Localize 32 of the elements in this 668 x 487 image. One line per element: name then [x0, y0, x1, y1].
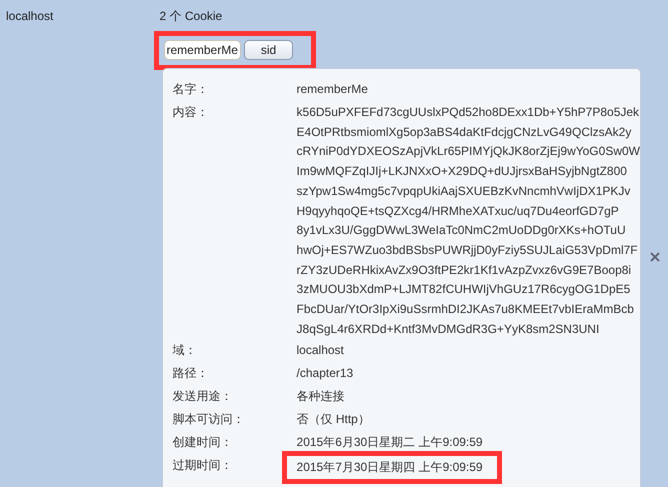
content-line: E4OtPRtbsmiomlXg5op3aBS4daKtFdcjgCNzLvG49QClzsAk2y	[296, 124, 632, 141]
content-line: szYpw1Sw4mg5c7vpqpUkiAajSXUEBzKvNncmhVwIjDX1PKJv	[296, 182, 632, 200]
field-label: 过期时间：	[172, 457, 234, 474]
field-value: localhost	[296, 342, 344, 360]
content-line: H9qyyhqoQE+tsQZXcg4/HRMheXATxuc/uq7Du4eorfGD7gP	[296, 202, 620, 220]
site-name: localhost	[6, 9, 54, 23]
field-label: 名字：	[172, 81, 210, 98]
content-line: FbcDUar/YtOr3IpXi9uSsrmhDI2JKAs7u8KMEEt7vbIEraMmBcb	[296, 301, 635, 318]
field-value: 2015年7月30日星期四 上午9:09:59	[296, 460, 483, 474]
field-value: 各种连接	[296, 388, 345, 406]
content-line: k56D5uPXFEFd73cgUUslxPQd52ho8DExx1Db+Y5hP7P8o5Jek	[296, 104, 640, 121]
field-label: 发送用途：	[172, 388, 234, 406]
cookie-tab[interactable]: rememberMe	[164, 40, 241, 60]
content-line: Im9wMQFZqIJIj+LKJNXxO+X29DQ+dUJjrsxBaHSyjbNgtZ800	[296, 163, 628, 180]
content-line: rZY3zUDeRHkixAvZx9O3ftPE2kr1Kf1vAzpZvxz6vG9E7Boop8i	[296, 262, 632, 279]
field-label: 脚本可访问：	[172, 411, 246, 428]
cookie-count: 2 个 Cookie	[158, 8, 224, 25]
content-line: 8y1vLx3U/GggDWwL3WeIaTc0NmC2mUoDDg0rXKs+hOTuU	[296, 222, 627, 240]
content-line: cRYniP0dYDXEOSzApjVkLr65PIMYjQkJK8orZjEj9wYoG0Sw0W	[296, 143, 640, 160]
field-label: 域：	[172, 342, 198, 360]
content-line: J8qSgL4r6XRDd+Kntf3MvDMGdR3G+YyK8sm2SN3UNI	[296, 320, 600, 338]
content-line: hwOj+ES7WZuo3bdBSbsPUWRjjD0yFziy5SUJLaiG53VpDml7F	[296, 242, 639, 259]
field-label: 创建时间：	[172, 434, 234, 452]
field-value: 2015年6月30日星期二 上午9:09:59	[296, 434, 483, 452]
cookie-tab[interactable]: sid	[244, 40, 294, 60]
field-value: /chapter13	[296, 365, 354, 382]
field-value: rememberMe	[296, 81, 368, 98]
content-line: 3zMUOU3bXdmP+LJMT82fCUHWIjVhGUz17R6cygOG1DpE5	[296, 281, 632, 298]
field-value: 否（仅 Http）	[296, 411, 370, 428]
close-icon[interactable]	[650, 252, 660, 262]
field-label: 路径：	[172, 365, 210, 382]
field-label: 内容：	[172, 104, 210, 121]
